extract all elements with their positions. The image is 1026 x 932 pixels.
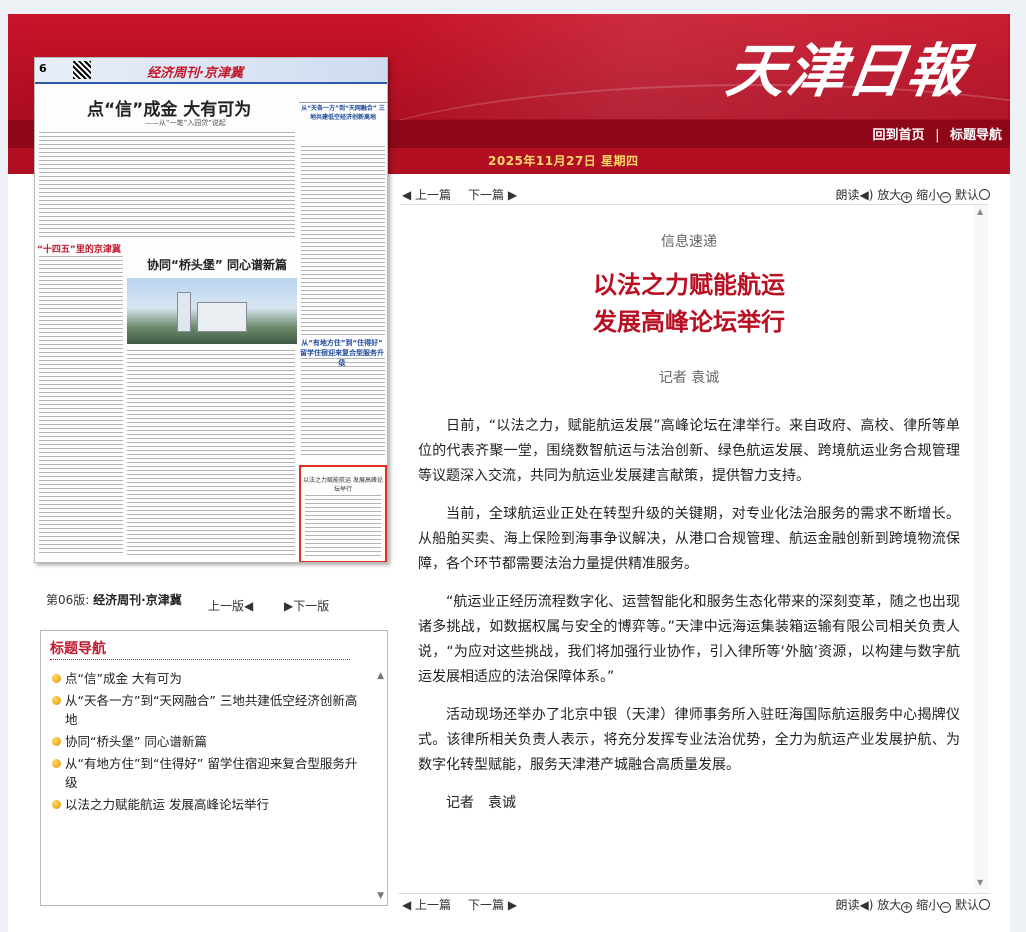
read-aloud-label: 朗读 [835,898,860,912]
article: 信息速递 以法之力赋能航运 发展高峰论坛举行 记者 袁诚 日前，“以法之力，赋能… [418,205,960,829]
zoom-in-button[interactable]: 放大+ [877,188,913,203]
page-frame: 天津日報 回到首页 | 标题导航 2025年11月27日 星期四 6 经济周刊·… [8,14,1010,932]
article-pager-bottom: ◀ 上一篇 下一篇 ▶ 朗读◀) 放大+ 缩小− 默认 [398,893,990,913]
zoom-in-label: 放大 [877,898,902,912]
title-nav-item-label: 从“有地方住”到“住得好” 留学住宿迎来复合型服务升级 [65,756,358,790]
article-paragraph: 日前，“以法之力，赋能航运发展”高峰论坛在津举行。来自政府、高校、律所等单位的代… [418,418,960,484]
reading-tools: 朗读◀) 放大+ 缩小− 默认 [836,186,990,203]
page-thumbnail[interactable]: 6 经济周刊·京津冀 点“信”成金 大有可为 ——从“一笔”入园贷”说起 从“天… [34,57,388,563]
minus-icon: − [940,902,952,913]
thumbnail-headline-1[interactable]: 点“信”成金 大有可为 [87,95,251,120]
article-title: 以法之力赋能航运 发展高峰论坛举行 [418,267,960,341]
thumbnail-text-block [305,495,381,557]
circle-icon [979,899,990,910]
edition-info: 第06版: 经济周刊·京津冀 [46,591,196,608]
reset-size-button[interactable]: 默认 [955,898,990,912]
title-nav-link[interactable]: 标题导航 [950,128,1002,143]
article-paragraph: 当前，全球航运业正处在转型升级的关键期，对专业化法治服务的需求不断增长。从船舶买… [418,506,960,572]
thumbnail-text-block [39,132,295,238]
thumbnail-section-title: 经济周刊·京津冀 [147,66,243,81]
zoom-in-button[interactable]: 放大+ [877,898,913,913]
thumbnail-page-number: 6 [39,62,47,75]
title-nav-item-label: 协同“桥头堡” 同心谱新篇 [65,734,207,749]
title-nav-item[interactable]: 从“天各一方”到“天网融合” 三地共建低空经济创新高地 [51,691,369,729]
bullet-icon [52,674,61,683]
thumbnail-text-block [301,146,385,336]
bullet-icon [52,696,61,705]
article-paragraph: 活动现场还举办了北京中银（天津）律师事务所入驻旺海国际航运服务中心揭牌仪式。该律… [418,707,960,773]
nav-separator: | [935,128,940,143]
speaker-icon: ◀) [859,898,874,912]
article-scrollbar[interactable]: ▲ ▼ [974,205,988,889]
thumbnail-headline-2[interactable]: 协同“桥头堡” 同心谱新篇 [147,256,287,273]
thumbnail-band: “十四五”里的京津冀 [37,245,121,255]
article-title-line-1: 以法之力赋能航运 [593,271,785,299]
thumbnail-current-article-highlight[interactable]: 以法之力赋能航运 发展高峰论坛举行 [299,465,387,562]
minus-icon: − [940,192,952,203]
thumbnail-text-block [39,256,123,556]
qr-code-icon [73,61,91,79]
article-pager-top: ◀ 上一篇 下一篇 ▶ 朗读◀) 放大+ 缩小− 默认 [398,184,990,204]
next-article-link[interactable]: 下一篇 ▶ [468,896,517,913]
edition-name: 经济周刊·京津冀 [93,593,182,607]
reset-size-label: 默认 [954,898,979,912]
article-paragraph: “航运业正经历流程数字化、运营智能化和服务生态化带来的深刻变革，随之也出现诸多挑… [418,594,960,685]
title-nav-item-label: 以法之力赋能航运 发展高峰论坛举行 [65,797,269,812]
zoom-out-label: 缩小 [916,188,941,202]
speaker-icon: ◀) [859,188,874,202]
read-aloud-button[interactable]: 朗读◀) [836,898,874,912]
thumbnail-text-block [301,358,385,458]
scroll-up-icon[interactable]: ▲ [377,671,384,681]
article-author: 记者 袁诚 [658,370,720,386]
home-link[interactable]: 回到首页 [873,128,925,143]
next-article-link[interactable]: 下一篇 ▶ [468,186,517,203]
title-nav-item[interactable]: 点“信”成金 大有可为 [51,669,369,688]
title-nav-item-label: 从“天各一方”到“天网融合” 三地共建低空经济创新高地 [65,693,358,727]
thumbnail-subhead-1: ——从“一笔”入园贷”说起 [145,119,226,127]
prev-article-link[interactable]: ◀ 上一篇 [402,186,451,203]
thumbnail-highlight-title: 以法之力赋能航运 发展高峰论坛举行 [303,477,383,493]
title-nav-item-label: 点“信”成金 大有可为 [65,671,182,686]
article-body: 日前，“以法之力，赋能航运发展”高峰论坛在津举行。来自政府、高校、律所等单位的代… [418,414,960,816]
article-title-line-2: 发展高峰论坛举行 [593,308,785,336]
read-aloud-button[interactable]: 朗读◀) [836,188,874,202]
thumbnail-text-block [127,350,295,558]
title-nav-item[interactable]: 协同“桥头堡” 同心谱新篇 [51,732,369,751]
reset-size-button[interactable]: 默认 [955,188,990,202]
thumbnail-photo [127,278,297,344]
next-edition-link[interactable]: ▶下一版 [284,597,329,614]
reset-size-label: 默认 [954,188,979,202]
edition-label: 第06版: [46,593,90,607]
prev-article-link[interactable]: ◀ 上一篇 [402,896,451,913]
zoom-out-label: 缩小 [916,898,941,912]
top-nav: 回到首页 | 标题导航 [873,124,1002,143]
scroll-down-icon[interactable]: ▼ [377,891,384,901]
bullet-icon [52,800,61,809]
title-nav-panel: 标题导航 点“信”成金 大有可为 从“天各一方”到“天网融合” 三地共建低空经济… [40,630,388,906]
zoom-out-button[interactable]: 缩小− [916,898,952,913]
scroll-down-icon[interactable]: ▼ [977,878,983,887]
article-viewport: 信息速递 以法之力赋能航运 发展高峰论坛举行 记者 袁诚 日前，“以法之力，赋能… [400,204,988,889]
zoom-in-label: 放大 [877,188,902,202]
reading-tools: 朗读◀) 放大+ 缩小− 默认 [836,896,990,913]
circle-icon [979,189,990,200]
zoom-out-button[interactable]: 缩小− [916,188,952,203]
title-nav-item[interactable]: 以法之力赋能航运 发展高峰论坛举行 [51,795,369,814]
title-nav-item[interactable]: 从“有地方住”到“住得好” 留学住宿迎来复合型服务升级 [51,754,369,792]
plus-icon: + [901,902,913,913]
bullet-icon [52,759,61,768]
title-nav-list: 点“信”成金 大有可为 从“天各一方”到“天网融合” 三地共建低空经济创新高地 … [51,669,369,817]
article-signature: 记者 袁诚 [446,795,516,811]
scroll-up-icon[interactable]: ▲ [977,207,983,216]
issue-date: 2025年11月27日 星期四 [488,154,639,168]
title-nav-heading: 标题导航 [50,641,106,657]
read-aloud-label: 朗读 [835,188,860,202]
prev-edition-link[interactable]: 上一版◀ [208,597,253,614]
title-nav-divider [50,659,350,660]
article-column: 信息速递 [661,234,717,250]
plus-icon: + [901,192,913,203]
newspaper-logo[interactable]: 天津日報 [722,24,974,108]
thumbnail-side-headline[interactable]: 从“天各一方”到“天网融合” 三地共建低空经济创新高地 [299,102,387,142]
bullet-icon [52,737,61,746]
